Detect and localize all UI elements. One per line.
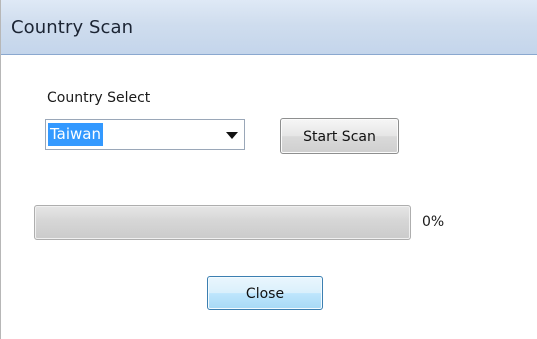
country-select-dropdown[interactable]: Taiwan [45,119,245,150]
progress-percent-label: 0% [422,214,445,230]
chevron-down-icon[interactable] [226,132,238,139]
start-scan-button[interactable]: Start Scan [280,118,399,154]
country-select-label: Country Select [47,90,151,106]
scan-progress-bar [34,205,411,240]
country-scan-window: Country Scan Country Select Taiwan Start… [0,0,537,339]
country-select-value: Taiwan [48,123,104,146]
window-title: Country Scan [11,17,134,38]
title-bar[interactable]: Country Scan [1,0,537,55]
close-button[interactable]: Close [207,276,323,310]
